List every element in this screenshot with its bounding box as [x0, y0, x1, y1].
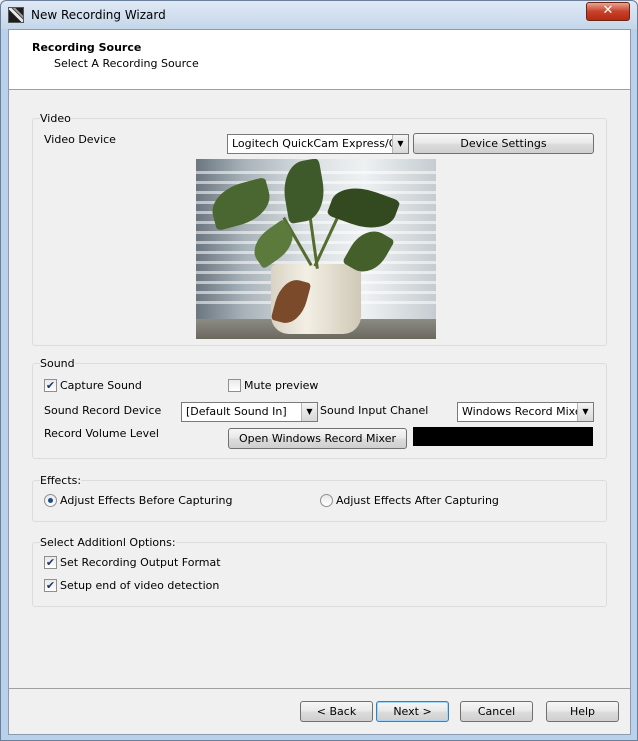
sound-input-channel-label: Sound Input Chanel — [320, 404, 429, 417]
next-button[interactable]: Next > — [376, 701, 449, 722]
video-group-label: Video — [40, 112, 71, 125]
window-title: New Recording Wizard — [31, 8, 166, 22]
wizard-header: Recording Source Select A Recording Sour… — [9, 30, 630, 90]
output-format-checkbox[interactable]: ✔ — [44, 556, 57, 569]
cancel-button[interactable]: Cancel — [460, 701, 533, 722]
open-record-mixer-button[interactable]: Open Windows Record Mixer — [228, 428, 407, 449]
effects-before-label[interactable]: Adjust Effects Before Capturing — [60, 494, 232, 507]
checkmark-icon: ✔ — [45, 379, 56, 392]
sound-record-device-value: [Default Sound In] — [186, 405, 287, 418]
mute-preview-checkbox[interactable] — [228, 379, 241, 392]
device-settings-button[interactable]: Device Settings — [413, 133, 594, 154]
sound-record-device-select[interactable]: [Default Sound In] ▼ — [181, 402, 318, 422]
wizard-window: New Recording Wizard ✕ Recording Source … — [0, 0, 638, 741]
footer-divider — [9, 688, 630, 689]
title-bar[interactable]: New Recording Wizard ✕ — [1, 1, 637, 29]
effects-after-radio[interactable] — [320, 494, 333, 507]
page-subtitle: Select A Recording Source — [54, 57, 199, 70]
video-device-label: Video Device — [44, 133, 116, 146]
sound-input-channel-value: Windows Record Mixer — [462, 405, 587, 418]
chevron-down-icon[interactable]: ▼ — [392, 135, 408, 153]
back-button[interactable]: < Back — [300, 701, 373, 722]
effects-before-radio[interactable] — [44, 494, 57, 507]
capture-sound-checkbox[interactable]: ✔ — [44, 379, 57, 392]
app-icon — [8, 7, 24, 23]
video-preview — [196, 159, 436, 339]
end-detection-checkbox[interactable]: ✔ — [44, 579, 57, 592]
sound-input-channel-select[interactable]: Windows Record Mixer ▼ — [457, 402, 594, 422]
end-detection-label[interactable]: Setup end of video detection — [60, 579, 219, 592]
help-button[interactable]: Help — [546, 701, 619, 722]
options-group — [32, 542, 607, 607]
chevron-down-icon[interactable]: ▼ — [301, 403, 317, 421]
wizard-client: Recording Source Select A Recording Sour… — [8, 29, 631, 735]
record-volume-label: Record Volume Level — [44, 427, 159, 440]
checkmark-icon: ✔ — [45, 579, 56, 592]
sound-group-label: Sound — [40, 357, 75, 370]
chevron-down-icon[interactable]: ▼ — [577, 403, 593, 421]
output-format-label[interactable]: Set Recording Output Format — [60, 556, 221, 569]
mute-preview-label[interactable]: Mute preview — [244, 379, 318, 392]
capture-sound-label[interactable]: Capture Sound — [60, 379, 142, 392]
effects-after-label[interactable]: Adjust Effects After Capturing — [336, 494, 499, 507]
video-device-select[interactable]: Logitech QuickCam Express/Go ▼ — [227, 134, 409, 154]
video-device-value: Logitech QuickCam Express/Go — [232, 137, 404, 150]
options-group-label: Select Additionl Options: — [40, 536, 176, 549]
volume-level-meter — [413, 427, 593, 446]
checkmark-icon: ✔ — [45, 556, 56, 569]
close-button[interactable]: ✕ — [586, 2, 630, 21]
effects-group-label: Effects: — [40, 474, 82, 487]
sound-record-device-label: Sound Record Device — [44, 404, 162, 417]
page-title: Recording Source — [32, 41, 142, 54]
